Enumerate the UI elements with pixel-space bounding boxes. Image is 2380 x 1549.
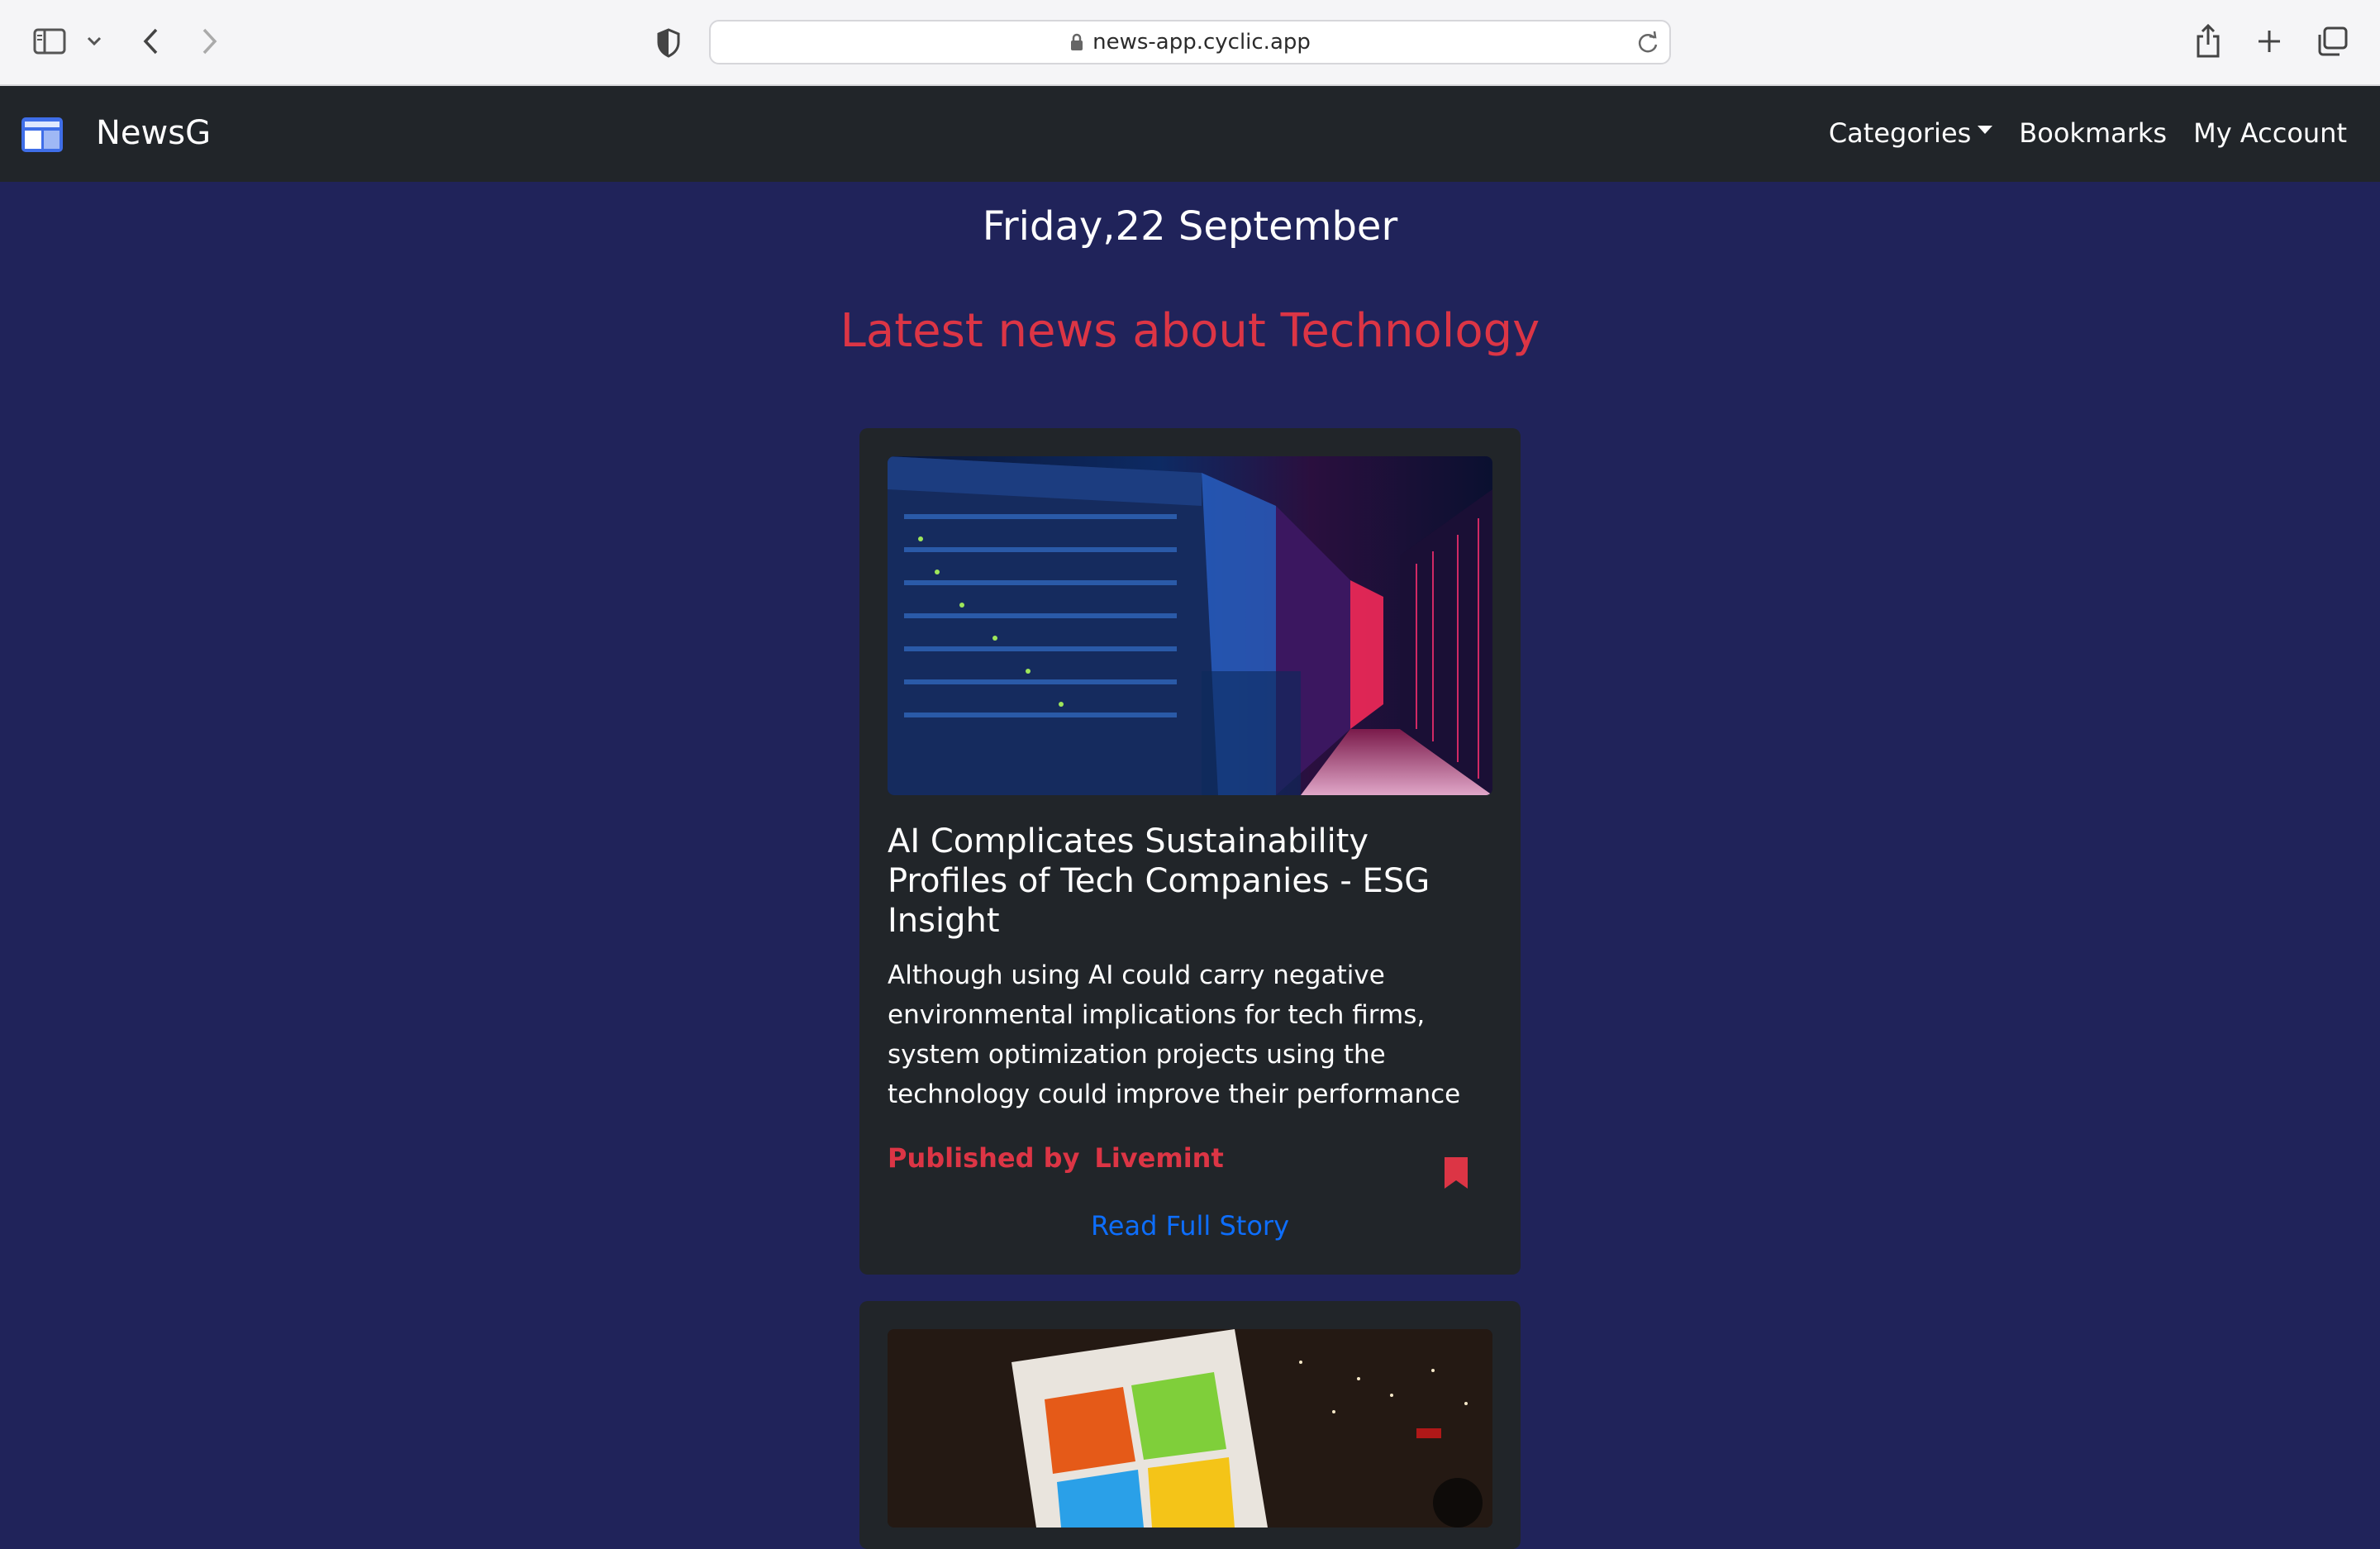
nav-links: Categories Bookmarks My Account <box>1802 117 2347 149</box>
new-tab-icon[interactable] <box>2253 25 2286 58</box>
caret-down-icon <box>1978 126 1993 134</box>
browser-toolbar: news-app.cyclic.app <box>0 0 2380 86</box>
chevron-down-icon[interactable] <box>83 31 106 51</box>
article-description: Although using AI could carry negative e… <box>888 960 1461 1109</box>
current-date: Friday,22 September <box>982 203 1398 250</box>
bookmarks-link[interactable]: Bookmarks <box>2019 117 2167 149</box>
address-bar[interactable]: news-app.cyclic.app <box>709 20 1671 64</box>
article-image <box>888 1329 1492 1528</box>
news-card: AI Complicates Sustainability Profiles o… <box>859 428 1521 1275</box>
sidebar-toggle-icon[interactable] <box>31 26 68 56</box>
publisher-line: Published by Livemint <box>888 1142 1224 1174</box>
share-icon[interactable] <box>2192 21 2225 60</box>
read-full-story-link[interactable]: Read Full Story <box>859 1210 1521 1242</box>
lock-icon <box>1069 32 1084 52</box>
page-heading: Latest news about Technology <box>840 304 1540 358</box>
forward-icon[interactable] <box>195 25 225 58</box>
article-title: AI Complicates Sustainability Profiles o… <box>888 822 1430 940</box>
tab-overview-icon[interactable] <box>2314 25 2350 58</box>
news-card <box>859 1301 1521 1549</box>
privacy-shield-icon[interactable] <box>653 26 684 60</box>
my-account-link[interactable]: My Account <box>2193 117 2347 149</box>
article-image <box>888 456 1492 795</box>
publisher-name: Livemint <box>1094 1142 1224 1174</box>
categories-label: Categories <box>1828 117 1972 149</box>
bookmark-icon[interactable] <box>1443 1156 1469 1194</box>
brand-name[interactable]: NewsG <box>96 114 211 152</box>
site-navbar: NewsG Categories Bookmarks My Account <box>0 86 2380 182</box>
published-by-label: Published by <box>888 1142 1080 1174</box>
newspaper-logo-icon[interactable] <box>21 117 63 155</box>
categories-dropdown[interactable]: Categories <box>1828 117 1993 149</box>
back-icon[interactable] <box>136 25 165 58</box>
reload-icon[interactable] <box>1636 30 1659 55</box>
url-text: news-app.cyclic.app <box>1092 30 1311 55</box>
